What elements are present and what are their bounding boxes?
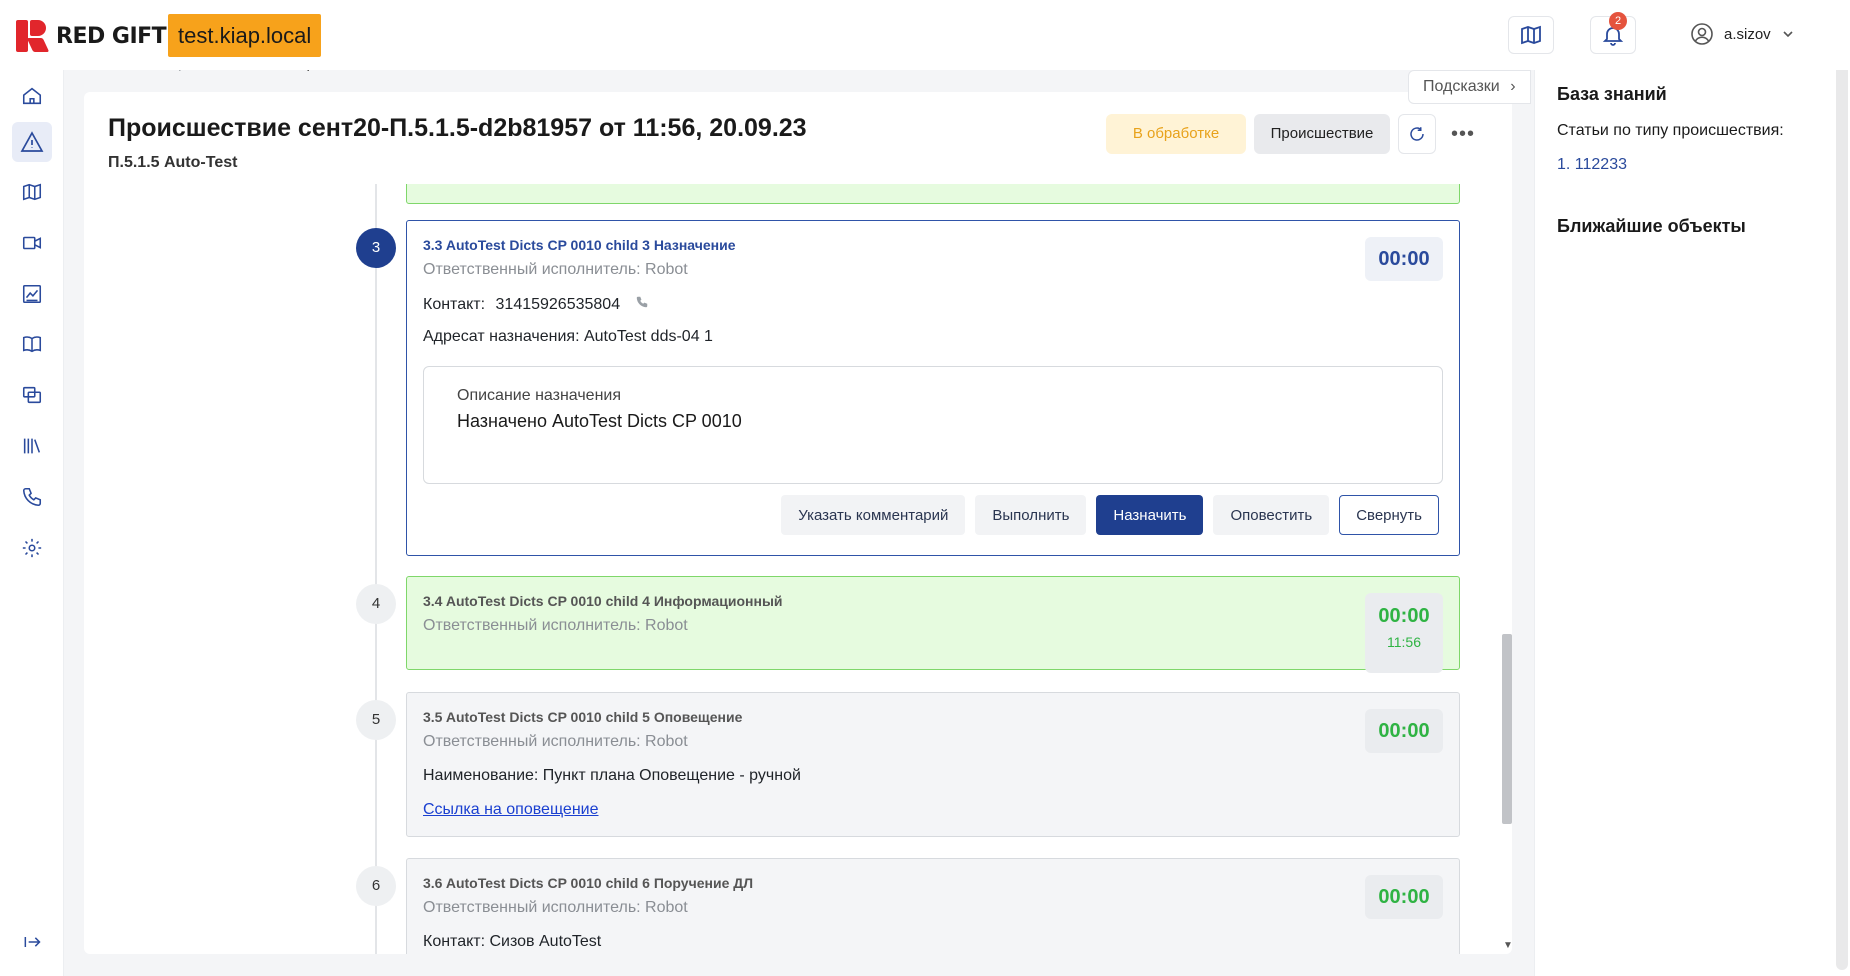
contact-label: Контакт: [423, 296, 486, 313]
map-icon [22, 183, 42, 201]
notification-link[interactable]: Ссылка на оповещение [423, 801, 599, 819]
nav-library[interactable] [12, 426, 52, 466]
step-title: 3.6 AutoTest Dicts CP 0010 child 6 Поруч… [423, 875, 754, 891]
assign-button[interactable]: Назначить [1096, 495, 1204, 535]
refresh-button[interactable] [1398, 114, 1436, 154]
step-title: 3.4 AutoTest Dicts CP 0010 child 4 Инфор… [423, 593, 783, 609]
content-scrollbar[interactable] [1500, 184, 1512, 954]
assignment-description: Описание назначения Назначено AutoTest D… [423, 366, 1443, 484]
collapse-button[interactable]: Свернуть [1339, 495, 1439, 535]
nav-video[interactable] [12, 223, 52, 263]
step-card-4[interactable]: 3.4 AutoTest Dicts CP 0010 child 4 Инфор… [406, 576, 1460, 673]
status-badge[interactable]: В обработке [1106, 114, 1246, 154]
documents-icon [22, 386, 42, 404]
map-button[interactable] [1508, 16, 1554, 54]
phone-icon[interactable] [635, 295, 649, 309]
gear-icon [22, 538, 42, 558]
timeline-line [375, 184, 377, 954]
nav-home[interactable] [12, 76, 52, 116]
contact-value: 31415926535804 [495, 296, 621, 313]
step-responsible: Ответственный исполнитель: Robot [423, 899, 688, 916]
articles-subtitle: Статьи по типу происшествия: [1557, 122, 1784, 139]
step-responsible: Ответственный исполнитель: Robot [423, 617, 688, 634]
nav-logout[interactable] [12, 922, 52, 962]
host-badge: test.kiap.local [168, 14, 322, 57]
book-icon [22, 336, 42, 353]
refresh-icon [1410, 127, 1424, 141]
brand-name: RED GIFT [56, 23, 167, 49]
step-responsible: Ответственный исполнитель: Robot [423, 261, 688, 278]
step-actions: Указать комментарий Выполнить Назначить … [781, 495, 1439, 535]
step-card-6[interactable]: 3.6 AutoTest Dicts CP 0010 child 6 Поруч… [406, 858, 1460, 954]
incident-card: Происшествие сент20-П.5.1.5-d2b81957 от … [84, 92, 1512, 954]
step-card-3[interactable]: 3.3 AutoTest Dicts CP 0010 child 3 Назна… [406, 220, 1460, 556]
nearby-objects-title: Ближайшие объекты [1557, 216, 1746, 236]
page-scrollbar[interactable] [1836, 20, 1848, 970]
step-number: 6 [356, 866, 396, 906]
more-options-button[interactable]: ••• [1444, 114, 1482, 154]
step-card-5[interactable]: 3.5 AutoTest Dicts CP 0010 child 5 Опове… [406, 692, 1460, 837]
notify-button[interactable]: Оповестить [1213, 495, 1330, 535]
logo[interactable]: RED GIFT [16, 20, 167, 52]
nav-incidents[interactable] [12, 122, 52, 162]
user-icon [1691, 23, 1713, 45]
scroll-down-arrow-icon[interactable]: ▼ [1503, 940, 1513, 951]
sidebar [0, 70, 64, 976]
phone-icon [22, 487, 42, 507]
step-timer: 00:00 [1365, 237, 1443, 281]
step-addressee: Адресат назначения: AutoTest dds-04 1 [423, 328, 713, 345]
logo-mark-icon [16, 20, 50, 52]
page-subtitle: П.5.1.5 Auto-Test [108, 154, 238, 171]
page-title: Происшествие сент20-П.5.1.5-d2b81957 от … [108, 114, 807, 142]
logout-icon [24, 937, 41, 947]
notification-count-badge: 2 [1609, 12, 1627, 30]
nav-settings[interactable] [12, 528, 52, 568]
step-card-previous [406, 184, 1460, 204]
hints-label: Подсказки [1423, 78, 1500, 95]
top-bar: RED GIFT test.kiap.local 2 a.sizov [0, 0, 1850, 70]
nav-phone[interactable] [12, 477, 52, 517]
description-label: Описание назначения [457, 387, 622, 404]
warning-icon [20, 131, 44, 152]
step-title: 3.5 AutoTest Dicts CP 0010 child 5 Опове… [423, 709, 743, 725]
nav-analytics[interactable] [12, 274, 52, 314]
step-timer: 00:00 [1365, 875, 1443, 919]
video-icon [22, 236, 42, 250]
timer-value: 00:00 [1378, 605, 1430, 627]
scrollbar-thumb[interactable] [1502, 634, 1512, 824]
type-badge[interactable]: Происшествие [1254, 114, 1390, 154]
complete-button[interactable]: Выполнить [975, 495, 1087, 535]
more-icon: ••• [1450, 122, 1475, 145]
step-name: Наименование: Пункт плана Оповещение - р… [423, 767, 801, 784]
knowledge-panel: База знаний Статьи по типу происшествия:… [1534, 70, 1850, 976]
user-menu[interactable]: a.sizov [1690, 22, 1795, 46]
step-number: 5 [356, 700, 396, 740]
chevron-right-icon: › [1510, 78, 1516, 95]
nav-documents[interactable] [12, 375, 52, 415]
chevron-down-icon [1783, 31, 1793, 38]
plan-timeline: 3 3.3 AutoTest Dicts CP 0010 child 3 Наз… [84, 184, 1512, 954]
step-title: 3.3 AutoTest Dicts CP 0010 child 3 Назна… [423, 237, 736, 253]
step-timer: 00:00 [1365, 709, 1443, 753]
article-link[interactable]: 1. 112233 [1557, 156, 1627, 174]
notifications-button[interactable]: 2 [1590, 12, 1636, 54]
description-text: Назначено AutoTest Dicts CP 0010 [457, 411, 742, 431]
nav-map[interactable] [12, 172, 52, 212]
chart-icon [22, 284, 42, 304]
library-icon [23, 438, 41, 454]
hints-toggle[interactable]: Подсказки › [1408, 70, 1531, 104]
step-number: 4 [356, 584, 396, 624]
step-number: 3 [356, 228, 396, 268]
step-contact: Контакт: Сизов AutoTest [423, 933, 602, 950]
timer-completed-time: 11:56 [1387, 634, 1421, 650]
step-contact: Контакт: 31415926535804 [423, 295, 649, 314]
comment-button[interactable]: Указать комментарий [781, 495, 966, 535]
username: a.sizov [1724, 25, 1771, 43]
map-icon [1521, 25, 1541, 45]
home-icon [22, 87, 42, 105]
nav-knowledge[interactable] [12, 324, 52, 364]
knowledge-base-title: База знаний [1557, 84, 1667, 104]
step-timer: 00:00 11:56 [1365, 593, 1443, 673]
step-responsible: Ответственный исполнитель: Robot [423, 733, 688, 750]
